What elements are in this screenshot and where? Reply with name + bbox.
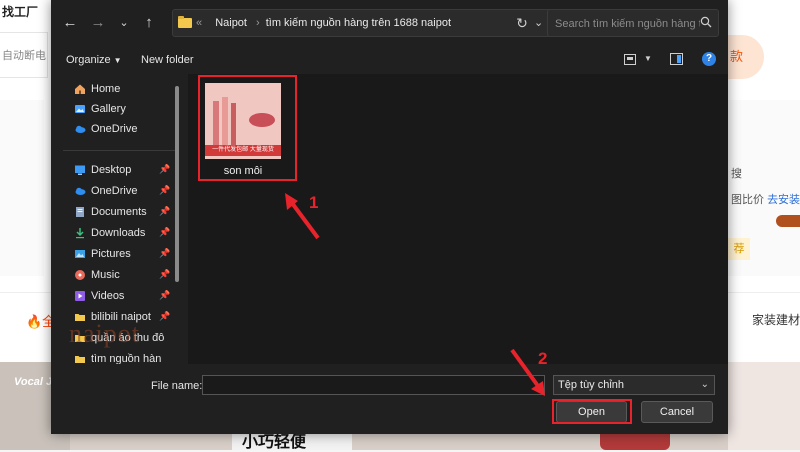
folder-icon (178, 16, 192, 28)
nav-item-videos[interactable]: Videos 📌 (51, 286, 179, 306)
navigation-bar: ← → ⌄ ↑ « Naipot › tìm kiếm nguồn hàng tr… (51, 0, 728, 46)
nav-item-home[interactable]: Home (51, 79, 179, 99)
pin-icon[interactable]: 📌 (159, 290, 170, 301)
nav-item-onedrive-pinned[interactable]: OneDrive 📌 (51, 181, 179, 201)
breadcrumb-overflow[interactable]: « (196, 17, 202, 29)
file-name-input[interactable] (202, 375, 545, 395)
gallery-icon (75, 105, 85, 113)
nav-item-label: Documents (91, 206, 147, 218)
bg-right-text: 图比价 去安装 (731, 191, 800, 207)
bg-left-panel (0, 100, 44, 276)
nav-item-label: OneDrive (91, 123, 138, 135)
pin-icon[interactable]: 📌 (159, 164, 170, 175)
bg-install-link[interactable]: 去安装 (767, 194, 800, 206)
folder-icon (75, 356, 85, 363)
pin-icon[interactable]: 📌 (159, 227, 170, 238)
back-arrow-icon[interactable]: ← (61, 14, 79, 32)
view-options-caret-icon[interactable]: ▼ (644, 54, 652, 63)
nav-item-label: Videos (91, 290, 125, 302)
pin-icon[interactable]: 📌 (159, 248, 170, 259)
bg-category-home-building[interactable]: 家装建材 (752, 311, 800, 328)
organize-label: Organize (66, 54, 111, 66)
bg-right-tag: 荐 (728, 238, 750, 260)
nav-item-label: Desktop (91, 164, 132, 176)
annotation-box-file (198, 75, 297, 181)
change-view-icon[interactable] (624, 54, 636, 65)
bg-right-text-prefix: 图比价 (731, 194, 764, 206)
forward-arrow-icon[interactable]: → (89, 14, 107, 32)
breadcrumb-item[interactable]: Naipot (215, 17, 247, 29)
organize-menu[interactable]: Organize ▼ (66, 54, 122, 66)
nav-item-pictures[interactable]: Pictures 📌 (51, 244, 179, 264)
navigation-pane: Home Gallery OneDrive Desktop 📌 OneDrive… (51, 74, 186, 364)
pin-icon[interactable]: 📌 (159, 269, 170, 280)
download-icon (76, 228, 84, 239)
search-input[interactable] (553, 15, 702, 33)
annotation-number-1: 1 (309, 193, 319, 212)
preview-pane-icon[interactable] (670, 53, 683, 65)
nav-item-label: Pictures (91, 248, 131, 260)
annotation-box-open (552, 399, 632, 424)
documents-icon (76, 207, 84, 217)
nav-item-label: Gallery (91, 103, 126, 115)
file-type-select[interactable]: Tệp tùy chỉnh ⌄ (553, 375, 715, 395)
pin-icon[interactable]: 📌 (159, 206, 170, 217)
cloud-icon (75, 125, 86, 133)
caret-down-icon: ▼ (113, 56, 122, 65)
nav-item-label: Home (91, 83, 121, 95)
recent-locations-chevron-icon[interactable]: ⌄ (115, 14, 133, 32)
nav-item-tim-nguon-hang[interactable]: tìm nguồn hàn (51, 349, 179, 364)
new-folder-button[interactable]: New folder (141, 54, 194, 66)
nav-item-label: tìm nguồn hàn (91, 353, 162, 364)
nav-item-onedrive[interactable]: OneDrive (51, 119, 179, 139)
pin-icon[interactable]: 📌 (159, 185, 170, 196)
home-icon (75, 84, 85, 94)
nav-item-documents[interactable]: Documents 📌 (51, 202, 179, 222)
nav-item-label: OneDrive (91, 185, 138, 197)
command-bar: Organize ▼ New folder ▼ ? (51, 46, 728, 74)
search-icon[interactable] (700, 16, 712, 28)
pictures-icon (75, 250, 85, 258)
file-open-dialog: ← → ⌄ ↑ « Naipot › tìm kiếm nguồn hàng tr… (51, 0, 728, 434)
naipot-watermark: naipot (69, 319, 140, 348)
address-dropdown-chevron-icon[interactable]: ⌄ (534, 16, 543, 29)
nav-item-label: Downloads (91, 227, 146, 239)
nav-item-label: Music (91, 269, 120, 281)
nav-item-music[interactable]: Music 📌 (51, 265, 179, 285)
nav-divider (63, 150, 179, 151)
nav-item-gallery[interactable]: Gallery (51, 99, 179, 119)
help-icon[interactable]: ? (702, 52, 716, 66)
bg-right-image (776, 215, 800, 227)
refresh-icon[interactable]: ↻ (513, 14, 531, 32)
search-box[interactable] (547, 9, 719, 37)
bg-right-text: 搜 (731, 168, 742, 180)
bg-photo-text: Vocal J (14, 376, 53, 388)
bg-product-photo[interactable] (728, 362, 800, 450)
nav-item-desktop[interactable]: Desktop 📌 (51, 160, 179, 180)
chevron-down-icon: ⌄ (700, 379, 709, 390)
music-icon (75, 270, 85, 280)
nav-item-downloads[interactable]: Downloads 📌 (51, 223, 179, 243)
breadcrumb-item[interactable]: tìm kiếm nguồn hàng trên 1688 naipot (266, 17, 451, 29)
bg-search-box[interactable]: 自动断电 (0, 32, 48, 78)
cancel-button[interactable]: Cancel (641, 401, 713, 423)
bg-factory-link[interactable]: 找工厂 (0, 0, 50, 30)
file-name-label: File name: (151, 380, 203, 392)
breadcrumb: « Naipot › tìm kiếm nguồn hàng trên 1688 … (196, 17, 452, 29)
pin-icon[interactable]: 📌 (159, 311, 170, 322)
annotation-number-2: 2 (538, 349, 548, 368)
cloud-icon (75, 187, 86, 195)
up-arrow-icon[interactable]: ↑ (140, 14, 158, 32)
nav-scrollbar[interactable] (175, 86, 179, 282)
file-type-value: Tệp tùy chỉnh (558, 379, 625, 391)
video-icon (75, 291, 85, 301)
desktop-icon (75, 165, 85, 175)
